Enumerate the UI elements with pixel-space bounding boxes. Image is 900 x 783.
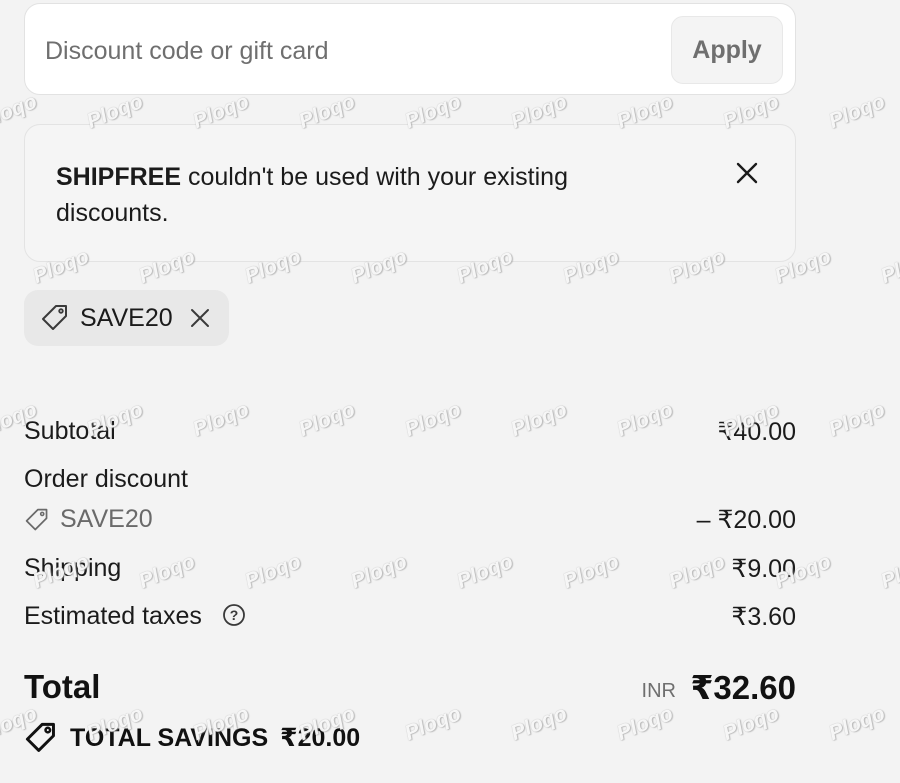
alert-message: SHIPFREE couldn't be used with your exis… xyxy=(56,159,676,231)
discount-code-box: Apply xyxy=(24,3,796,95)
svg-text:?: ? xyxy=(230,607,239,623)
total-savings-value: ₹20.00 xyxy=(280,724,361,752)
order-discount-code: SAVE20 xyxy=(24,505,153,534)
discount-error-alert: SHIPFREE couldn't be used with your exis… xyxy=(24,124,796,262)
alert-code: SHIPFREE xyxy=(56,163,182,191)
tag-icon xyxy=(25,508,48,530)
watermark-text: Ploqo xyxy=(825,701,889,746)
info-icon[interactable]: ? xyxy=(222,603,246,627)
order-discount-code-label: SAVE20 xyxy=(60,505,153,533)
watermark-text: Ploqo xyxy=(559,549,623,594)
total-value: ₹32.60 xyxy=(690,669,796,706)
currency-code: INR xyxy=(641,680,676,702)
tag-icon xyxy=(25,722,55,752)
watermark-text: Ploqo xyxy=(825,397,889,442)
tag-icon xyxy=(42,305,67,330)
applied-discount-chip: SAVE20 xyxy=(24,290,229,346)
watermark-text: Ploqo xyxy=(877,244,900,289)
watermark-text: Ploqo xyxy=(453,549,517,594)
watermark-text: Ploqo xyxy=(347,549,411,594)
total-label: Total xyxy=(24,668,101,705)
watermark-text: Ploqo xyxy=(719,701,783,746)
watermark-text: Ploqo xyxy=(877,549,900,594)
watermark-text: Ploqo xyxy=(295,397,359,442)
subtotal-value: ₹40.00 xyxy=(717,418,796,446)
watermark-text: Ploqo xyxy=(613,397,677,442)
watermark-text: Ploqo xyxy=(507,397,571,442)
discount-code-input[interactable] xyxy=(45,34,645,68)
watermark-text: Ploqo xyxy=(135,549,199,594)
total-savings-label: TOTAL SAVINGS xyxy=(70,723,269,752)
watermark-text: Ploqo xyxy=(825,89,889,134)
watermark-text: Ploqo xyxy=(613,701,677,746)
close-icon[interactable] xyxy=(735,161,759,185)
watermark-text: Ploqo xyxy=(401,397,465,442)
estimated-taxes-label: Estimated taxes xyxy=(24,602,202,630)
watermark-text: Ploqo xyxy=(241,549,305,594)
total-savings: TOTAL SAVINGS ₹20.00 xyxy=(24,721,360,755)
watermark-text: Ploqo xyxy=(507,701,571,746)
shipping-label: Shipping xyxy=(24,554,122,582)
watermark-text: Ploqo xyxy=(189,397,253,442)
shipping-value: ₹9.00 xyxy=(731,555,796,583)
order-discount-label: Order discount xyxy=(24,465,188,493)
watermark-text: Ploqo xyxy=(401,701,465,746)
watermark-overlay: Ploqo Ploqo Ploqo Ploqo Ploqo Ploqo Ploqo Ploqo… xyxy=(0,0,900,783)
watermark-text: Ploqo xyxy=(665,549,729,594)
applied-discount-label: SAVE20 xyxy=(80,303,173,332)
estimated-taxes-value: ₹3.60 xyxy=(731,603,796,631)
order-discount-value: – ₹20.00 xyxy=(696,506,796,534)
apply-button[interactable]: Apply xyxy=(671,16,783,84)
subtotal-label: Subtotal xyxy=(24,417,116,445)
remove-discount-icon[interactable] xyxy=(189,307,211,329)
